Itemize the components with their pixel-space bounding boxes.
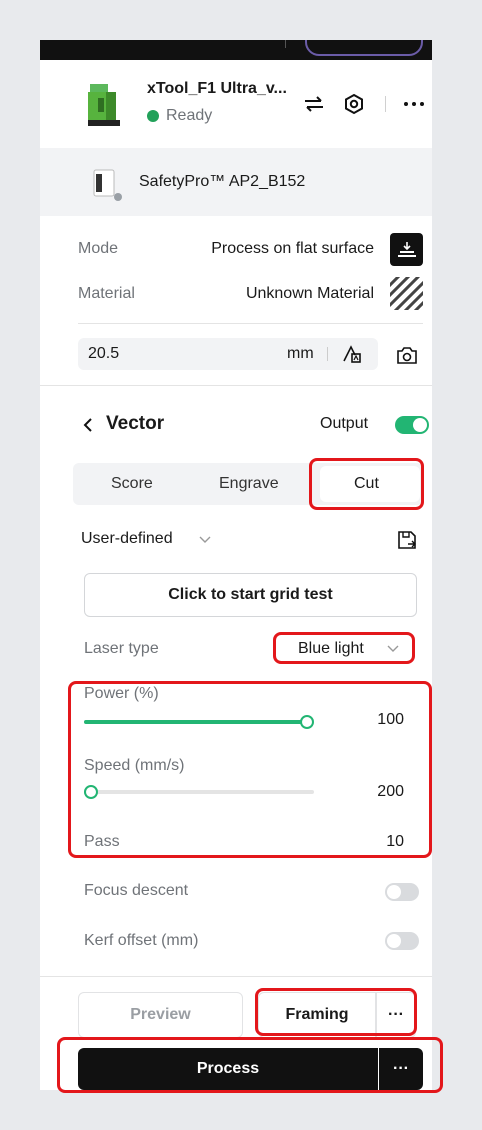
material-hatch-icon[interactable] (390, 277, 423, 310)
pass-value[interactable]: 10 (386, 833, 404, 851)
status-dot (147, 110, 159, 122)
laser-type-value: Blue light (298, 640, 364, 657)
power-slider[interactable] (84, 715, 314, 729)
focus-descent-label: Focus descent (84, 882, 189, 899)
section-divider-1 (78, 323, 423, 324)
section-divider-2 (40, 385, 432, 386)
focus-descent-toggle[interactable] (385, 883, 419, 901)
camera-measure-icon[interactable] (394, 342, 420, 368)
mode-label: Mode (78, 240, 119, 257)
thickness-field[interactable]: 20.5 mm (78, 338, 378, 370)
preset-select[interactable]: User-defined (81, 530, 173, 548)
device-header: xTool_F1 Ultra_v... Ready (40, 60, 432, 148)
kerf-offset-toggle-knob (387, 934, 401, 948)
material-label: Material (78, 285, 135, 302)
output-toggle-knob (413, 418, 427, 432)
process-label: Process (196, 1060, 260, 1077)
laser-type-chevron-icon (386, 642, 400, 656)
device-image-icon (84, 82, 126, 130)
speed-slider[interactable] (84, 785, 314, 799)
process-more-icon: ··· (393, 1060, 409, 1077)
speed-label: Speed (mm/s) (84, 757, 185, 774)
power-label: Power (%) (84, 685, 159, 702)
back-chevron-icon[interactable] (80, 415, 96, 435)
bottom-divider (40, 976, 432, 977)
save-preset-icon[interactable] (394, 527, 420, 553)
tab-cut-active[interactable]: Cut (320, 466, 420, 502)
grid-test-button[interactable]: Click to start grid test (84, 573, 417, 617)
thickness-unit: mm (287, 345, 314, 362)
more-icon[interactable] (400, 92, 428, 116)
output-toggle[interactable] (395, 416, 429, 434)
mode-value[interactable]: Process on flat surface (211, 240, 374, 258)
xtool-side-panel: xTool_F1 Ultra_v... Ready SafetyPro™ AP2… (40, 40, 432, 1090)
preview-label: Preview (130, 1006, 191, 1023)
window-top-bar (40, 40, 432, 60)
material-value[interactable]: Unknown Material (246, 285, 374, 303)
layer-title: Vector (106, 413, 165, 434)
framing-more-icon: ··· (388, 1006, 404, 1023)
framing-label: Framing (285, 1006, 349, 1023)
framing-more-button[interactable]: ··· (376, 992, 416, 1038)
kerf-offset-label: Kerf offset (mm) (84, 932, 199, 949)
switch-device-icon[interactable] (302, 92, 326, 116)
grid-test-label: Click to start grid test (168, 586, 333, 603)
device-name[interactable]: xTool_F1 Ultra_v... (147, 80, 287, 98)
laser-type-select[interactable]: Blue light (278, 636, 414, 662)
power-slider-fill (84, 720, 307, 724)
accessory-name: SafetyPro™ AP2_B152 (139, 173, 306, 190)
flat-surface-mode-icon[interactable] (390, 233, 423, 266)
thickness-divider (327, 347, 328, 361)
speed-value[interactable]: 200 (377, 783, 404, 801)
preview-button[interactable]: Preview (78, 992, 243, 1038)
chevron-down-icon[interactable] (197, 532, 213, 548)
header-divider (385, 96, 386, 112)
pass-label: Pass (84, 833, 120, 850)
top-bar-divider (285, 40, 286, 48)
framing-button[interactable]: Framing (258, 992, 376, 1038)
process-button[interactable]: Process (78, 1048, 378, 1090)
power-value[interactable]: 100 (377, 711, 404, 729)
speed-slider-track (84, 790, 314, 794)
settings-icon[interactable] (342, 92, 366, 116)
speed-slider-thumb[interactable] (84, 785, 98, 799)
tab-score[interactable]: Score (111, 475, 153, 493)
top-bar-pill-button[interactable] (305, 40, 423, 56)
accessory-row[interactable]: SafetyPro™ AP2_B152 (40, 148, 432, 216)
output-label: Output (320, 415, 369, 432)
focus-descent-toggle-knob (387, 885, 401, 899)
process-type-tabs: Score Engrave Cut (73, 463, 423, 505)
tab-cut: Cut (354, 475, 379, 492)
kerf-offset-toggle[interactable] (385, 932, 419, 950)
device-status: Ready (166, 107, 213, 124)
auto-measure-icon[interactable] (340, 342, 364, 366)
accessory-image-icon (90, 166, 124, 202)
tab-engrave[interactable]: Engrave (219, 475, 279, 493)
process-more-button[interactable]: ··· (379, 1048, 423, 1090)
laser-type-label: Laser type (84, 640, 159, 657)
power-slider-thumb[interactable] (300, 715, 314, 729)
thickness-value: 20.5 (88, 345, 120, 362)
